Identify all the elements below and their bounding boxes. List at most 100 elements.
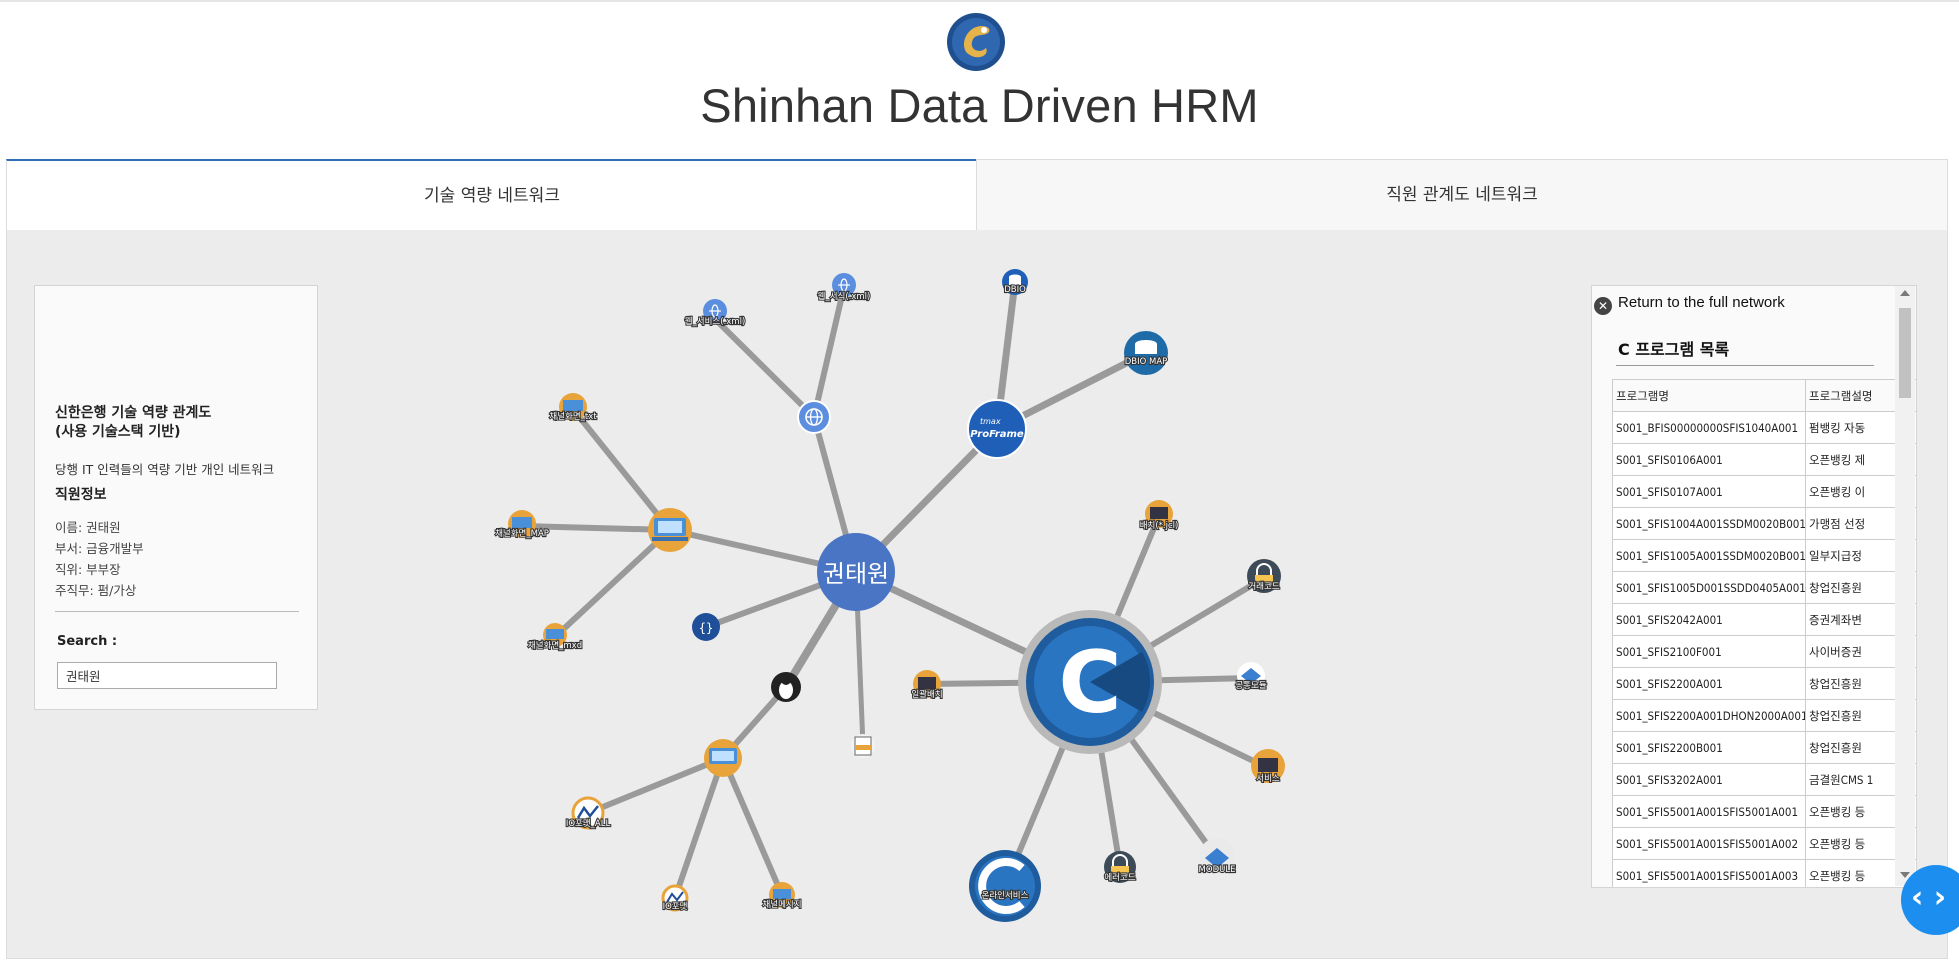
program-name-cell: S001_SFIS1005D001SSDD0405A001 [1612, 571, 1806, 604]
common-module-node[interactable]: 공통모듈 [1234, 662, 1268, 692]
batch-service-node[interactable]: 일괄배치 [910, 670, 944, 701]
dbio-map-label: DBIO MAP [1125, 357, 1168, 367]
edge [672, 755, 726, 901]
io-format-all-node[interactable]: IO포맷_ALL [565, 796, 612, 830]
employee-info-panel: 신한은행 기술 역량 관계도 (사용 기술스택 기반) 당행 IT 인력들의 역… [34, 285, 318, 710]
program-name-cell: S001_SFIS5001A001SFIS5001A002 [1612, 827, 1806, 860]
proframe-label: ProFrame [970, 429, 1024, 440]
scroll-up-arrow-icon[interactable] [1900, 290, 1910, 296]
trade-code-label: 거래코드 [1248, 582, 1279, 592]
c-language-node[interactable]: C [1018, 610, 1162, 754]
channel-hub-node[interactable] [648, 508, 692, 552]
center-node-label: 권태원 [823, 560, 889, 588]
search-label: Search : [57, 634, 118, 649]
table-row[interactable]: S001_SFIS0106A001 오픈뱅킹 제 [1612, 443, 1916, 476]
program-name-cell: S001_SFIS2200A001DHON2000A001 [1612, 699, 1806, 732]
dbio-map-node[interactable]: DBIO MAP [1124, 331, 1168, 375]
employee-position: 직위: 부부장 [55, 562, 121, 577]
table-row[interactable]: S001_BFIS00000000SFIS1040A001 펌뱅킹 자동 [1612, 411, 1916, 444]
dbio-node[interactable]: DBIO [1002, 269, 1028, 296]
program-table: 프로그램명 프로그램설명 S001_BFIS00000000SFIS1040A0… [1612, 379, 1916, 887]
return-to-full-network-link[interactable]: Return to the full network [1618, 294, 1785, 311]
program-name-cell: S001_SFIS1005A001SSDM0020B001 [1612, 539, 1806, 572]
table-row[interactable]: S001_SFIS1005A001SSDM0020B001 일부지급정 [1612, 539, 1916, 572]
linux-node[interactable] [771, 672, 801, 702]
center-person-node[interactable]: 권태원 [817, 533, 895, 611]
program-name-cell: S001_SFIS0107A001 [1612, 475, 1806, 508]
program-name-cell: S001_SFIS5001A001SFIS5001A003 [1612, 859, 1806, 887]
program-list-divider [1616, 365, 1874, 366]
program-list-title: C 프로그램 목록 [1618, 340, 1730, 359]
program-list-panel: ✕ Return to the full network C 프로그램 목록 프… [1591, 285, 1917, 888]
web-form-node[interactable]: 웹_서식(.xml) [817, 273, 871, 303]
table-row[interactable]: S001_SFIS2100F001 사이버증권 [1612, 635, 1916, 668]
web-form-label: 웹_서식(.xml) [818, 292, 871, 302]
employee-info-heading: 직원정보 [55, 487, 107, 503]
trade-code-node[interactable]: 거래코드 [1247, 559, 1281, 593]
edge [712, 316, 817, 420]
error-code-node[interactable]: 에러코드 [1103, 851, 1137, 884]
program-list-scrollbar[interactable] [1895, 286, 1915, 886]
channel-map-label: 채널화면_MAP [495, 528, 549, 539]
table-row[interactable]: S001_SFIS2200B001 창업진흥원 [1612, 731, 1916, 764]
edge [585, 755, 726, 816]
program-name-cell: S001_SFIS3202A001 [1612, 763, 1806, 796]
table-row[interactable]: S001_SFIS0107A001 오픈뱅킹 이 [1612, 475, 1916, 508]
c-node-letter: C [1058, 633, 1121, 733]
batch-jcl-node[interactable]: 배치(*.jcl) [1139, 500, 1179, 532]
program-name-cell: S001_SFIS0106A001 [1612, 443, 1806, 476]
table-row[interactable]: S001_SFIS2042A001 증권계좌변 [1612, 603, 1916, 636]
io-all-label: IO포맷_ALL [566, 818, 611, 829]
employee-department: 부서: 금융개발부 [55, 541, 144, 556]
channel-message-node[interactable]: 채널메시지 [761, 882, 803, 911]
web-service-node[interactable]: 웹_서비스(.xml) [684, 299, 746, 328]
employee-main-job: 주직무: 펌/가상 [55, 583, 137, 598]
table-row[interactable]: S001_SFIS3202A001 금결원CMS 1 [1612, 763, 1916, 796]
employee-name: 이름: 권태원 [55, 520, 121, 535]
program-name-cell: S001_SFIS1004A001SSDM0020B001 [1612, 507, 1806, 540]
close-icon[interactable]: ✕ [1594, 297, 1612, 315]
info-title-line1: 신한은행 기술 역량 관계도 [55, 405, 212, 421]
io-hub-node[interactable] [704, 739, 742, 777]
module-node[interactable]: MODULE [1197, 838, 1237, 876]
table-row[interactable]: S001_SFIS2200A001DHON2000A001 창업진흥원 [1612, 699, 1916, 732]
scrollbar-thumb[interactable] [1899, 308, 1911, 398]
network-edges [519, 278, 1271, 901]
table-row[interactable]: S001_SFIS2200A001 창업진흥원 [1612, 667, 1916, 700]
column-header-program-name: 프로그램명 [1612, 379, 1806, 412]
info-title-line2: (사용 기술스택 기반) [55, 424, 181, 440]
error-code-label: 에러코드 [1104, 873, 1135, 883]
batch-jcl-label: 배치(*.jcl) [1140, 521, 1179, 531]
program-name-cell: S001_SFIS5001A001SFIS5001A001 [1612, 795, 1806, 828]
proframe-node[interactable]: tmax ProFrame [967, 399, 1027, 459]
io-format-node[interactable]: IO포맷 [661, 884, 689, 913]
channel-screen-txt-node[interactable]: 채널화면_txt [548, 393, 598, 423]
table-row[interactable]: S001_SFIS5001A001SFIS5001A001 오픈뱅킹 등 [1612, 795, 1916, 828]
json-node[interactable]: {} [692, 613, 720, 641]
web-node-hub[interactable] [797, 400, 831, 434]
edge [570, 406, 673, 533]
channel-mxd-label: 채널화면_mxd [528, 640, 582, 651]
online-service-label: 온라인서비스 [982, 890, 1029, 901]
program-name-cell: S001_SFIS2100F001 [1612, 635, 1806, 668]
proframe-brand: tmax [980, 417, 1001, 426]
table-row[interactable]: S001_SFIS1004A001SSDM0020B001 가맹점 선정 [1612, 507, 1916, 540]
channel-txt-label: 채널화면_txt [549, 411, 597, 422]
svg-text:{}: {} [699, 621, 713, 635]
program-name-cell: S001_BFIS00000000SFIS1040A001 [1612, 411, 1806, 444]
edge [720, 755, 785, 898]
program-name-cell: S001_SFIS2200B001 [1612, 731, 1806, 764]
table-row[interactable]: S001_SFIS5001A001SFIS5001A003 오픈뱅킹 등 [1612, 859, 1916, 887]
web-service-label: 웹_서비스(.xml) [685, 317, 746, 327]
io-format-label: IO포맷 [663, 901, 688, 912]
online-service-node[interactable]: 온라인서비스 [969, 850, 1041, 922]
service-node[interactable]: 서비스 [1251, 749, 1285, 785]
search-input[interactable] [57, 662, 277, 689]
table-row[interactable]: S001_SFIS1005D001SSDD0405A001 창업진흥원 [1612, 571, 1916, 604]
info-divider [55, 611, 299, 612]
program-name-cell: S001_SFIS2042A001 [1612, 603, 1806, 636]
common-module-label: 공통모듈 [1235, 681, 1266, 691]
channel-screen-mxd-node[interactable]: 채널화면_mxd [527, 623, 583, 652]
table-row[interactable]: S001_SFIS5001A001SFIS5001A002 오픈뱅킹 등 [1612, 827, 1916, 860]
xml-file-node[interactable] [851, 734, 875, 758]
